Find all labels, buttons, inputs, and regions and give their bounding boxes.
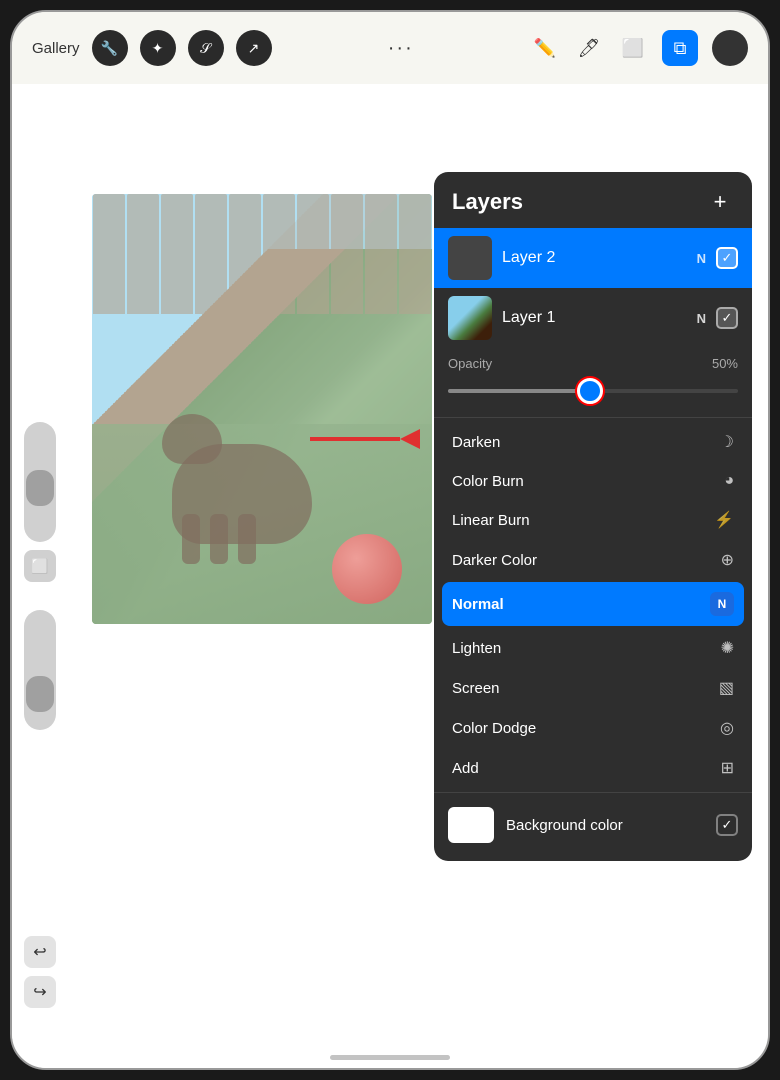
color-picker-button[interactable] [712, 30, 748, 66]
blend-color-burn[interactable]: Color Burn ◕ [434, 462, 752, 500]
layers-panel-header: Layers + [434, 172, 752, 228]
add-layer-button[interactable]: + [706, 188, 734, 216]
divider-2 [434, 792, 752, 793]
layer2-thumbnail [448, 236, 492, 280]
opacity-slider[interactable] [24, 610, 56, 730]
brush-size-slider[interactable] [24, 422, 56, 542]
move-button[interactable]: ↗ [236, 30, 272, 66]
layer2-mode: N [697, 251, 706, 266]
blend-linear-burn[interactable]: Linear Burn ⚡ [434, 500, 752, 540]
arrow-line [310, 437, 400, 441]
blend-darker-color-icon: ⊕ [721, 550, 734, 570]
opacity-thumb [26, 676, 54, 712]
smudge-button[interactable]: 𝒮 [188, 30, 224, 66]
blend-add-label: Add [452, 760, 479, 777]
blend-lighten[interactable]: Lighten ✺ [434, 628, 752, 668]
blend-screen[interactable]: Screen ▧ [434, 668, 752, 708]
opacity-slider-container[interactable] [448, 377, 738, 405]
home-indicator [330, 1055, 450, 1060]
layers-panel: Layers + Layer 2 N ✓ Layer 1 N ✓ [434, 172, 752, 861]
blend-color-dodge[interactable]: Color Dodge ◎ [434, 708, 752, 748]
blend-color-dodge-label: Color Dodge [452, 720, 536, 737]
blend-normal[interactable]: Normal N [442, 582, 744, 626]
arrow-annotation [310, 429, 420, 449]
layer1-name: Layer 1 [502, 309, 687, 327]
background-color-checkmark: ✓ [722, 817, 733, 833]
blend-color-burn-label: Color Burn [452, 473, 524, 490]
layers-panel-title: Layers [452, 189, 523, 215]
layer-row-1[interactable]: Layer 1 N ✓ [434, 288, 752, 348]
arrow-head [400, 429, 420, 449]
blend-add-icon: ⊞ [721, 758, 734, 778]
top-bar: Gallery 🔧 ✦ 𝒮 ↗ ··· ✏️ 🖊 ⬜ ⧉ [12, 12, 768, 84]
canvas-overlay [92, 194, 432, 624]
layer1-checkmark: ✓ [722, 310, 733, 326]
blend-linear-burn-icon: ⚡ [714, 510, 734, 530]
wrench-button[interactable]: 🔧 [92, 30, 128, 66]
blend-add[interactable]: Add ⊞ [434, 748, 752, 788]
layers-button[interactable]: ⧉ [662, 30, 698, 66]
divider-1 [434, 417, 752, 418]
opacity-label-row: Opacity 50% [448, 356, 738, 371]
top-bar-center: ··· [272, 37, 530, 60]
blend-darker-color[interactable]: Darker Color ⊕ [434, 540, 752, 580]
blend-darken-label: Darken [452, 434, 500, 451]
square-button[interactable]: ⬜ [24, 550, 56, 582]
magic-button[interactable]: ✦ [140, 30, 176, 66]
pen-tool-icon[interactable]: ✏️ [530, 33, 560, 63]
brush-size-thumb [26, 470, 54, 506]
blend-screen-icon: ▧ [719, 678, 734, 698]
layer2-checkbox[interactable]: ✓ [716, 247, 738, 269]
background-color-label: Background color [506, 817, 704, 834]
layer2-checkmark: ✓ [722, 250, 733, 266]
blend-normal-badge: N [710, 592, 734, 616]
redo-button[interactable]: ↪ [24, 976, 56, 1008]
blend-darken-icon: ☽ [720, 432, 734, 452]
ink-tool-icon[interactable]: 🖊 [574, 33, 604, 63]
blend-lighten-label: Lighten [452, 640, 501, 657]
opacity-label: Opacity [448, 356, 492, 371]
opacity-section: Opacity 50% [434, 348, 752, 413]
blend-linear-burn-label: Linear Burn [452, 512, 530, 529]
top-bar-left: Gallery 🔧 ✦ 𝒮 ↗ [32, 30, 272, 66]
blend-darken[interactable]: Darken ☽ [434, 422, 752, 462]
blend-color-burn-icon: ◕ [724, 472, 734, 490]
undo-button[interactable]: ↩ [24, 936, 56, 968]
layer2-name: Layer 2 [502, 249, 687, 267]
canvas-area: ⬜ ↩ ↪ [12, 84, 768, 1068]
blend-normal-label: Normal [452, 596, 504, 613]
layer1-thumbnail [448, 296, 492, 340]
blend-color-dodge-icon: ◎ [720, 718, 734, 738]
background-color-swatch [448, 807, 494, 843]
background-color-row[interactable]: Background color ✓ [434, 797, 752, 853]
device-frame: Gallery 🔧 ✦ 𝒮 ↗ ··· ✏️ 🖊 ⬜ ⧉ ⬜ [10, 10, 770, 1070]
layer1-mode: N [697, 311, 706, 326]
more-options-button[interactable]: ··· [388, 37, 414, 60]
left-sidebar: ⬜ [24, 422, 56, 730]
gallery-button[interactable]: Gallery [32, 40, 80, 57]
eraser-tool-icon[interactable]: ⬜ [618, 33, 648, 63]
top-bar-right: ✏️ 🖊 ⬜ ⧉ [530, 30, 748, 66]
opacity-value: 50% [712, 356, 738, 371]
layer1-checkbox[interactable]: ✓ [716, 307, 738, 329]
blend-lighten-icon: ✺ [721, 638, 734, 658]
background-color-checkbox[interactable]: ✓ [716, 814, 738, 836]
layer-row-2[interactable]: Layer 2 N ✓ [434, 228, 752, 288]
opacity-thumb-handle[interactable] [577, 378, 603, 404]
canvas-image [92, 194, 432, 624]
undo-redo-buttons: ↩ ↪ [24, 936, 56, 1008]
blend-darker-color-label: Darker Color [452, 552, 537, 569]
blend-screen-label: Screen [452, 680, 500, 697]
